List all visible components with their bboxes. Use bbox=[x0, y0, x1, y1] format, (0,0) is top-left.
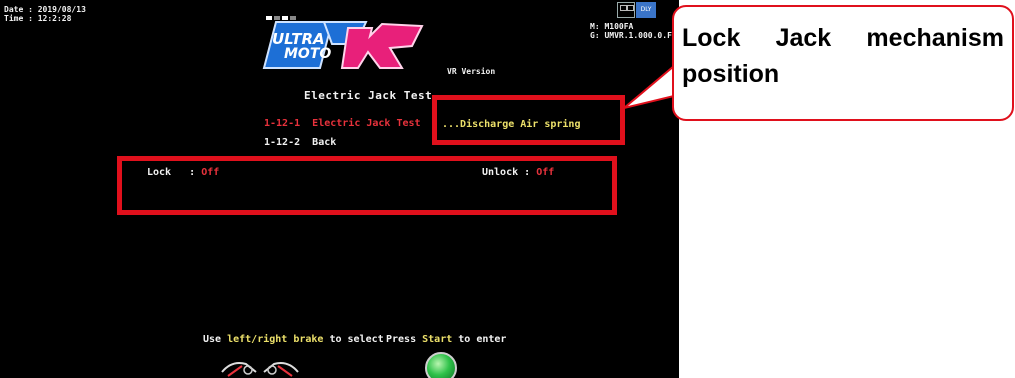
menu-item-label: Back bbox=[312, 137, 337, 148]
status-tag-icon: DLY bbox=[636, 2, 656, 18]
date-label: Date : 2019/08/13 bbox=[4, 5, 86, 14]
start-text: Start bbox=[422, 334, 453, 345]
select-instruction: Use left/right brake to select bbox=[203, 334, 384, 345]
network-icon bbox=[617, 2, 635, 18]
menu-item-label: Electric Jack Test bbox=[312, 118, 421, 129]
start-button-icon[interactable] bbox=[425, 352, 457, 378]
use-text: Use bbox=[203, 334, 222, 345]
logo-moto-text: MOTO bbox=[284, 46, 332, 62]
brake-levers-icon bbox=[218, 354, 302, 378]
lock-status-highlight-box bbox=[117, 156, 617, 215]
press-text: Press bbox=[386, 334, 417, 345]
brake-text: left/right brake bbox=[227, 334, 324, 345]
version-label: G: UMVR.1.000.0.FA bbox=[590, 31, 677, 40]
menu-item-code: 1-12-1 bbox=[264, 118, 301, 129]
vr-version-label: VR Version bbox=[447, 67, 496, 76]
menu-item-electric-jack-test[interactable]: 1-12-1 Electric Jack Test bbox=[264, 118, 421, 129]
to-enter-text: to enter bbox=[458, 334, 507, 345]
discharge-highlight-box bbox=[432, 95, 625, 145]
time-label: Time : 12:2:28 bbox=[4, 14, 72, 23]
callout-text: Lock Jack mechanism position bbox=[682, 24, 1004, 88]
page-title: Electric Jack Test bbox=[304, 89, 433, 102]
ultramoto-vr-logo: ULTRA MOTO VR bbox=[262, 14, 432, 74]
menu-item-code: 1-12-2 bbox=[264, 137, 301, 148]
enter-instruction: Press Start to enter bbox=[386, 334, 506, 345]
menu-item-back[interactable]: 1-12-2 Back bbox=[264, 137, 336, 148]
model-label: M: M100FA bbox=[590, 22, 634, 31]
to-select-text: to select bbox=[329, 334, 384, 345]
